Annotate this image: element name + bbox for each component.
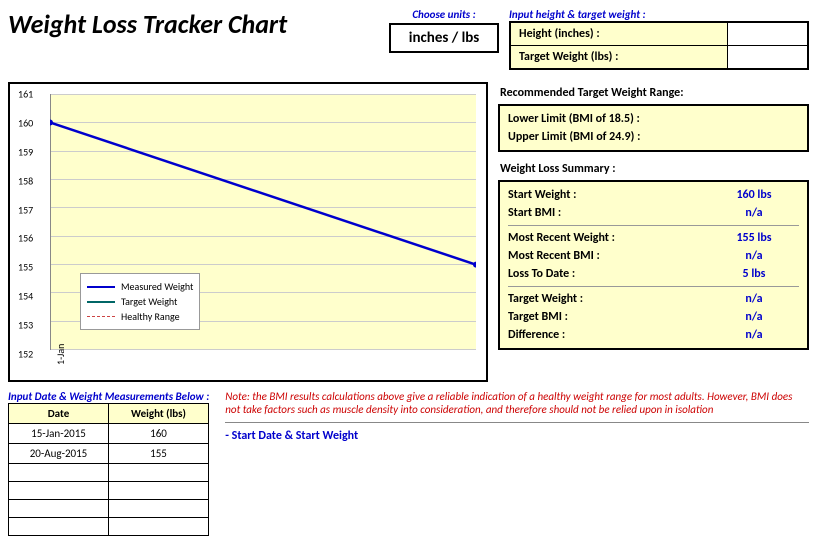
y-tick: 160	[18, 116, 33, 129]
summary-heading: Weight Loss Summary :	[498, 158, 809, 180]
summary-value: n/a	[709, 328, 799, 342]
legend-item: Measured Weight	[121, 280, 193, 293]
summary-label: Start Weight :	[508, 188, 709, 202]
date-cell[interactable]	[9, 518, 109, 536]
height-input[interactable]	[727, 23, 807, 45]
lower-limit-label: Lower Limit (BMI of 18.5) :	[508, 112, 709, 126]
summary-label: Loss To Date :	[508, 267, 709, 281]
bmi-note: Note: the BMI results calculations above…	[225, 390, 809, 416]
y-tick: 153	[18, 319, 33, 332]
date-cell[interactable]: 15-Jan-2015	[9, 424, 109, 444]
table-row	[9, 464, 209, 482]
weight-cell[interactable]	[109, 482, 209, 500]
choose-units-label: Choose units :	[389, 8, 499, 21]
summary-value: n/a	[709, 249, 799, 263]
table-row	[9, 500, 209, 518]
table-row: 20-Aug-2015155	[9, 444, 209, 464]
units-selector[interactable]: inches / lbs	[389, 23, 499, 53]
weight-cell[interactable]	[109, 464, 209, 482]
data-entry-table: Date Weight (lbs) 15-Jan-201516020-Aug-2…	[8, 403, 209, 536]
weight-cell[interactable]	[109, 500, 209, 518]
page-title: Weight Loss Tracker Chart	[8, 8, 287, 40]
summary-label: Most Recent BMI :	[508, 249, 709, 263]
weight-cell[interactable]: 155	[109, 444, 209, 464]
upper-limit-value	[709, 130, 799, 144]
summary-value: 160 lbs	[709, 188, 799, 202]
upper-limit-label: Upper Limit (BMI of 24.9) :	[508, 130, 709, 144]
summary-label: Target Weight :	[508, 292, 709, 306]
recommended-heading: Recommended Target Weight Range:	[498, 82, 809, 104]
y-tick: 159	[18, 145, 33, 158]
table-row	[9, 482, 209, 500]
data-entry-heading: Input Date & Weight Measurements Below :	[8, 390, 209, 403]
summary-label: Target BMI :	[508, 310, 709, 324]
table-row: 15-Jan-2015160	[9, 424, 209, 444]
date-cell[interactable]	[9, 482, 109, 500]
weight-chart: 152 153 154 155 156 157 158 159 160 161 1-Jan Mea…	[8, 82, 488, 382]
input-height-heading: Input height & target weight :	[509, 8, 809, 21]
target-weight-input[interactable]	[727, 46, 807, 68]
y-tick: 157	[18, 203, 33, 216]
summary-value: 5 lbs	[709, 267, 799, 281]
y-tick: 156	[18, 232, 33, 245]
y-tick: 154	[18, 290, 33, 303]
height-label: Height (inches) :	[511, 23, 727, 45]
legend-item: Healthy Range	[121, 310, 180, 323]
date-cell[interactable]: 20-Aug-2015	[9, 444, 109, 464]
x-tick: 1-Jan	[54, 344, 67, 365]
y-tick: 155	[18, 261, 33, 274]
y-tick: 158	[18, 174, 33, 187]
divider	[225, 422, 809, 423]
summary-label: Difference :	[508, 328, 709, 342]
summary-value: n/a	[709, 206, 799, 220]
summary-label: Start BMI :	[508, 206, 709, 220]
weight-cell[interactable]	[109, 518, 209, 536]
summary-value: 155 lbs	[709, 231, 799, 245]
col-date: Date	[9, 404, 109, 424]
col-weight: Weight (lbs)	[109, 404, 209, 424]
summary-value: n/a	[709, 310, 799, 324]
legend-item: Target Weight	[121, 295, 177, 308]
chart-legend: Measured Weight Target Weight Healthy Ra…	[80, 273, 200, 330]
date-cell[interactable]	[9, 464, 109, 482]
y-tick: 152	[18, 348, 33, 361]
summary-label: Most Recent Weight :	[508, 231, 709, 245]
target-weight-label: Target Weight (lbs) :	[511, 46, 727, 68]
summary-value: n/a	[709, 292, 799, 306]
weight-cell[interactable]: 160	[109, 424, 209, 444]
lower-limit-value	[709, 112, 799, 126]
table-row	[9, 518, 209, 536]
date-cell[interactable]	[9, 500, 109, 518]
y-tick: 161	[18, 88, 33, 101]
start-date-label: - Start Date & Start Weight	[225, 429, 809, 443]
